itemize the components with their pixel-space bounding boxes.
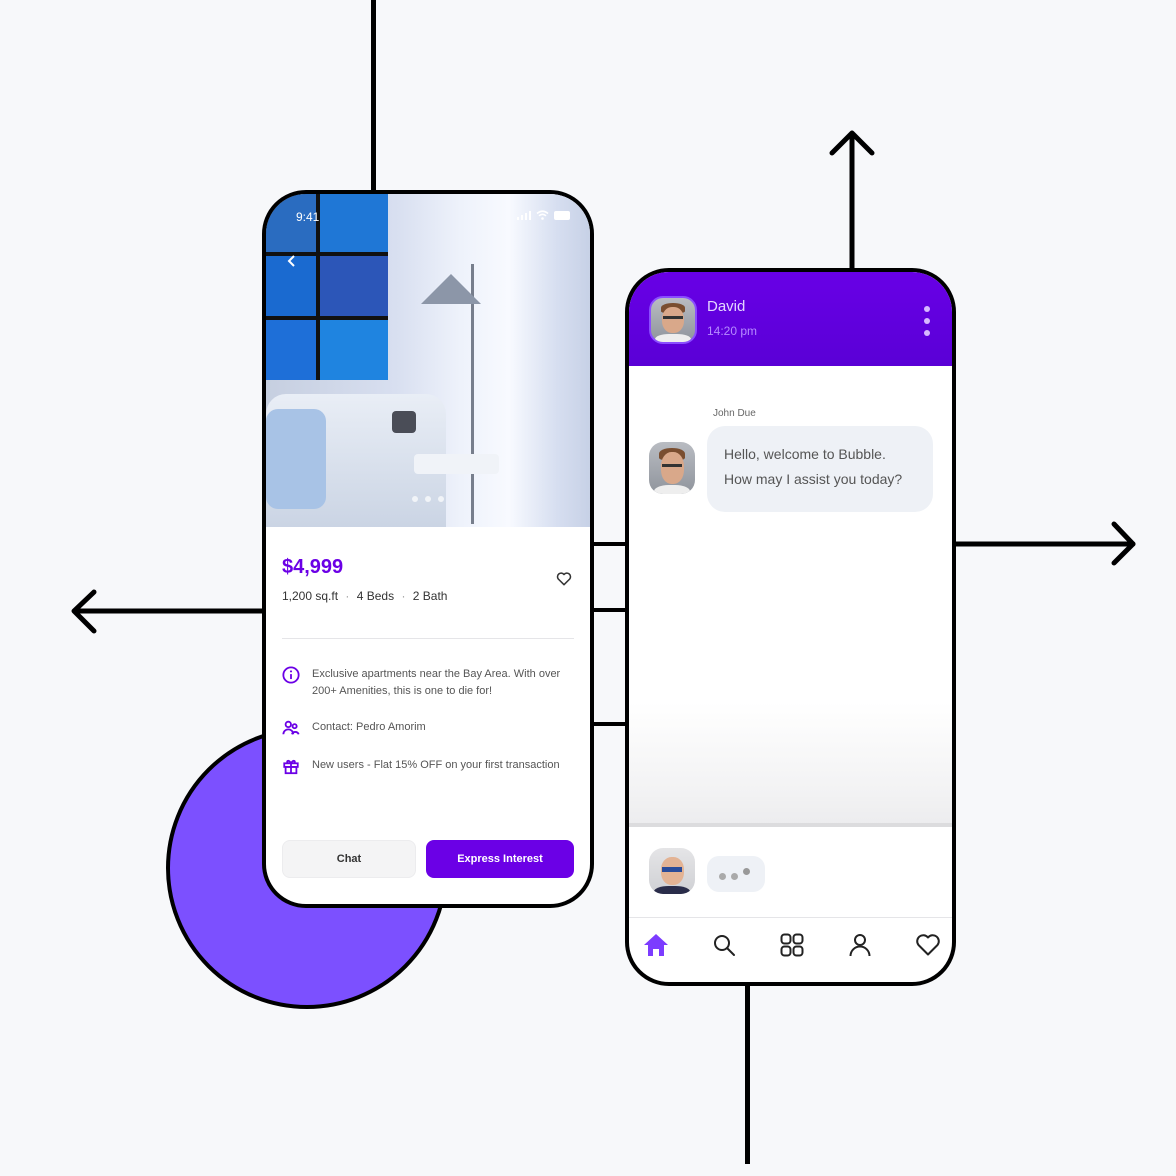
contact-name: David <box>707 298 746 315</box>
chat-header: David 14:20 pm <box>629 272 952 366</box>
bottom-nav <box>629 930 952 966</box>
status-bar: 9:41 <box>266 194 590 234</box>
nav-search[interactable] <box>709 930 739 960</box>
chat-phone: David 14:20 pm John Due Hello, welcome t… <box>625 268 956 986</box>
message-line: Hello, welcome to Bubble. <box>724 446 886 462</box>
sender-avatar <box>649 442 695 494</box>
nav-profile[interactable] <box>845 930 875 960</box>
back-button[interactable] <box>286 252 296 273</box>
battery-icon <box>554 210 570 220</box>
info-item-offer: New users - Flat 15% OFF on your first t… <box>282 757 578 775</box>
spec-beds: 4 Beds <box>356 589 395 603</box>
listing-photo[interactable]: 9:41 <box>266 194 590 527</box>
nav-divider <box>629 917 952 918</box>
heart-icon <box>916 934 940 956</box>
kebab-icon[interactable] <box>924 306 930 336</box>
heart-icon <box>556 572 572 586</box>
listing-specs: 1,200 sq.ft · 4 Beds · 2 Bath <box>282 589 447 603</box>
spec-baths: 2 Bath <box>412 589 448 603</box>
info-text: Contact: Pedro Amorim <box>312 721 426 733</box>
signal-icon <box>517 210 531 220</box>
carousel-indicator[interactable] <box>412 496 444 502</box>
info-item-description: Exclusive apartments near the Bay Area. … <box>282 666 578 700</box>
message-sender: John Due <box>713 408 756 419</box>
listing-phone: 9:41 $4,999 1,200 sq.ft · 4 Beds · 2 Bat… <box>262 190 594 908</box>
nav-apps[interactable] <box>777 930 807 960</box>
wifi-icon <box>536 210 549 220</box>
arrow-left-icon <box>71 589 268 634</box>
carousel-dot[interactable] <box>438 496 444 502</box>
favorite-button[interactable] <box>556 572 572 591</box>
arrow-up-icon <box>829 130 875 275</box>
carousel-dot[interactable] <box>425 496 431 502</box>
user-icon <box>849 934 871 957</box>
message-bubble: Hello, welcome to Bubble. How may I assi… <box>707 426 933 512</box>
fade-edge <box>629 823 952 827</box>
express-interest-button[interactable]: Express Interest <box>426 840 574 878</box>
contact-time: 14:20 pm <box>707 324 758 338</box>
divider <box>282 638 574 639</box>
arrow-right-icon <box>951 521 1136 566</box>
nav-favorites[interactable] <box>913 930 943 960</box>
info-text: Exclusive apartments near the Bay Area. … <box>312 668 561 697</box>
user-avatar <box>649 848 695 894</box>
carousel-dot[interactable] <box>412 496 418 502</box>
spec-area: 1,200 sq.ft <box>282 589 339 603</box>
status-time: 9:41 <box>296 210 320 224</box>
spec-separator: · <box>345 589 350 603</box>
chevron-left-icon <box>287 255 295 267</box>
info-item-contact: Contact: Pedro Amorim <box>282 719 578 737</box>
listing-price: $4,999 <box>282 556 344 578</box>
grid-icon <box>780 933 804 957</box>
info-text: New users - Flat 15% OFF on your first t… <box>312 759 560 771</box>
nav-home[interactable] <box>641 930 671 960</box>
home-icon <box>644 934 668 956</box>
contact-avatar[interactable] <box>649 296 697 344</box>
gift-icon <box>283 759 299 775</box>
chat-button[interactable]: Chat <box>282 840 416 878</box>
message-line: How may I assist you today? <box>724 471 903 487</box>
users-icon <box>282 720 300 735</box>
typing-indicator <box>707 856 765 892</box>
search-icon <box>714 935 735 956</box>
info-icon <box>282 666 300 684</box>
chat-scroll-fade <box>629 702 952 826</box>
spec-separator: · <box>401 589 406 603</box>
